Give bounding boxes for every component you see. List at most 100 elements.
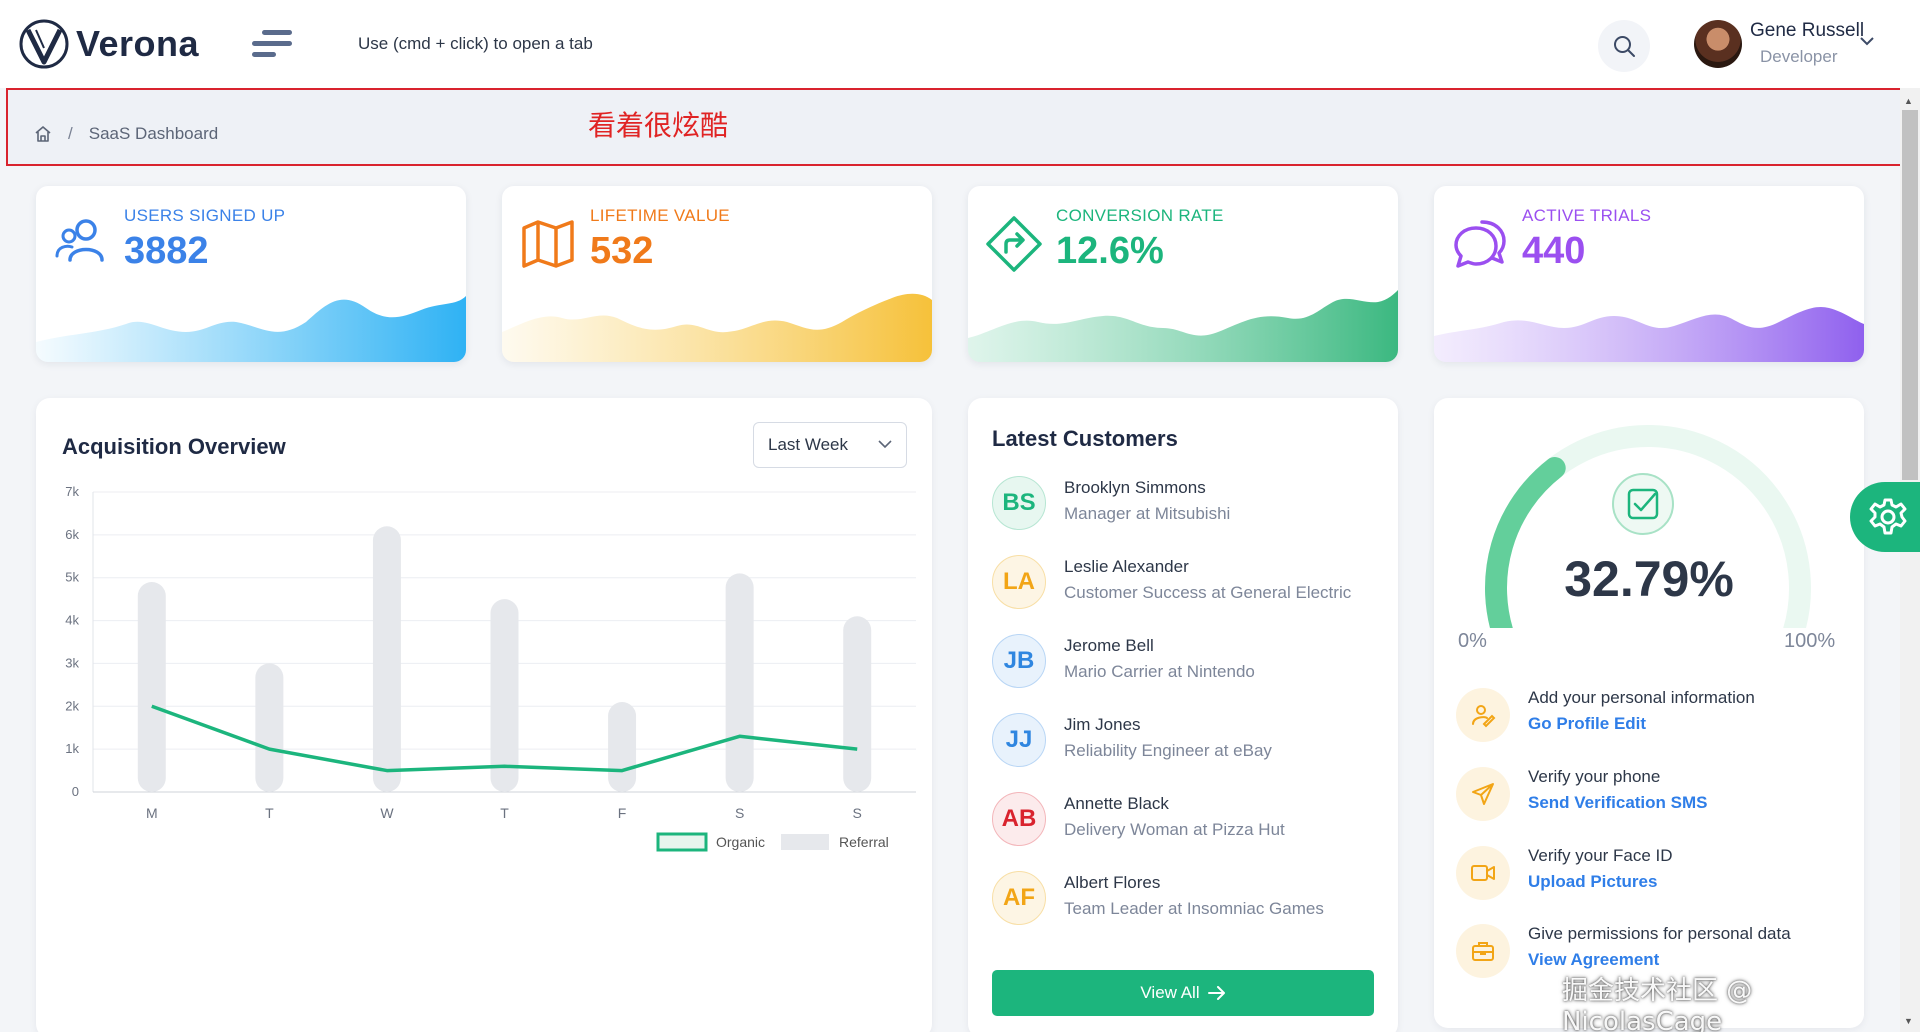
customer-role: Manager at Mitsubishi [1064,504,1231,523]
user-name[interactable]: Gene Russell [1750,20,1864,42]
x-tick-label: S [735,805,744,821]
x-tick-label: S [853,805,862,821]
y-tick-label: 0 [72,784,79,799]
list-item[interactable]: AB Annette Black Delivery Woman at Pizza… [992,792,1382,871]
legend-swatch-referral [781,834,829,850]
user-role: Developer [1760,47,1838,66]
task-link[interactable]: Go Profile Edit [1528,714,1646,734]
settings-button[interactable] [1850,482,1920,552]
task-link[interactable]: Send Verification SMS [1528,793,1708,813]
watermark-text: 掘金技术社区 @ NicolasCage [1562,976,1753,1032]
briefcase-icon [1456,924,1510,978]
bar-referral [490,599,519,792]
y-tick-label: 1k [65,741,79,756]
customer-avatar: LA [992,555,1046,609]
list-item[interactable]: AF Albert Flores Team Leader at Insomnia… [992,871,1382,950]
avatar[interactable] [1694,20,1742,68]
verona-logo-icon [19,19,69,69]
y-tick-label: 7k [65,484,79,499]
bar-referral [608,702,637,792]
task-link[interactable]: Upload Pictures [1528,872,1657,892]
profile-completion-card: 32.79% 0% 100% Add your personal informa… [1434,398,1864,1028]
list-item[interactable]: JB Jerome Bell Mario Carrier at Nintendo [992,634,1382,713]
checkbox-icon [1612,473,1674,535]
customer-avatar: JB [992,634,1046,688]
task-item: Verify your phone Send Verification SMS [1456,765,1856,825]
scrollbar-thumb[interactable] [1902,110,1918,480]
acquisition-overview-card: Acquisition Overview Last Week 0 1k 2k 3k 4k… [36,398,932,1032]
stat-card-users[interactable]: USERS SIGNED UP 3882 [36,186,466,362]
latest-customers-card: Latest Customers BS Brooklyn Simmons Man… [968,398,1398,1032]
period-select[interactable]: Last Week [753,422,907,468]
stat-label: CONVERSION RATE [1056,206,1224,225]
search-button[interactable] [1598,20,1650,72]
customer-role: Mario Carrier at Nintendo [1064,662,1255,681]
customer-role: Team Leader at Insomniac Games [1064,899,1324,918]
task-text: Give permissions for personal data [1528,924,1791,943]
stat-wave [1434,306,1864,362]
gauge-max-label: 100% [1784,630,1836,652]
customer-avatar: AF [992,871,1046,925]
breadcrumb-separator: / [68,124,73,143]
y-tick-label: 6k [65,527,79,542]
chevron-down-icon[interactable] [1860,36,1874,46]
stat-value: 532 [590,230,654,272]
customer-name: Annette Black [1064,794,1169,813]
view-all-button[interactable]: View All [992,970,1374,1016]
user-edit-icon [1456,688,1510,742]
gauge-min-label: 0% [1458,630,1487,652]
task-item: Verify your Face ID Upload Pictures [1456,844,1856,904]
top-bar: Verona Use (cmd + click) to open a tab G… [0,0,1920,88]
search-icon [1614,36,1635,57]
stat-label: LIFETIME VALUE [590,206,730,225]
x-tick-label: F [618,805,627,821]
stat-wave [502,293,932,362]
customer-name: Brooklyn Simmons [1064,478,1206,497]
y-tick-label: 3k [65,655,79,670]
brand-logo[interactable]: Verona [18,18,199,70]
customer-name: Leslie Alexander [1064,557,1189,576]
customer-avatar: BS [992,476,1046,530]
home-icon[interactable] [34,125,52,143]
breadcrumb-bar [6,88,1920,166]
menu-toggle-button[interactable] [252,28,292,62]
stat-value: 3882 [124,230,209,272]
task-link[interactable]: View Agreement [1528,950,1659,970]
card-title: Acquisition Overview [62,434,286,459]
stat-label: ACTIVE TRIALS [1522,206,1652,225]
task-text: Add your personal information [1528,688,1755,707]
x-tick-label: T [265,805,274,821]
stat-card-lifetime-value[interactable]: LIFETIME VALUE 532 [502,186,932,362]
list-item[interactable]: JJ Jim Jones Reliability Engineer at eBa… [992,713,1382,792]
stat-card-conversion-rate[interactable]: CONVERSION RATE 12.6% [968,186,1398,362]
bar-referral [255,663,284,792]
bar-referral [725,573,754,792]
list-item[interactable]: LA Leslie Alexander Customer Success at … [992,555,1382,634]
customer-avatar: AB [992,792,1046,846]
task-text: Verify your Face ID [1528,846,1673,865]
scroll-up-arrow-icon[interactable]: ▲ [1904,96,1913,106]
arrow-right-icon [1207,986,1225,1000]
customer-name: Jim Jones [1064,715,1141,734]
customer-name: Jerome Bell [1064,636,1154,655]
customer-role: Customer Success at General Electric [1064,583,1352,602]
users-icon [55,219,104,262]
menu-bar-icon [262,30,292,35]
customer-name: Albert Flores [1064,873,1161,892]
view-all-label: View All [1140,983,1200,1002]
send-icon [1456,767,1510,821]
breadcrumb-current: SaaS Dashboard [88,124,219,143]
stat-card-active-trials[interactable]: ACTIVE TRIALS 440 [1434,186,1864,362]
gear-icon [1869,498,1907,535]
stat-wave [36,296,466,362]
tab-hint: Use (cmd + click) to open a tab [358,34,593,53]
y-tick-label: 5k [65,570,79,585]
list-item[interactable]: BS Brooklyn Simmons Manager at Mitsubish… [992,476,1382,555]
breadcrumb: / SaaS Dashboard [34,124,218,144]
legend-label-organic: Organic [716,834,765,850]
y-tick-label: 2k [65,698,79,713]
customer-role: Delivery Woman at Pizza Hut [1064,820,1285,839]
chevron-down-icon [878,440,892,449]
task-text: Verify your phone [1528,767,1661,786]
legend-label-referral: Referral [839,834,889,850]
